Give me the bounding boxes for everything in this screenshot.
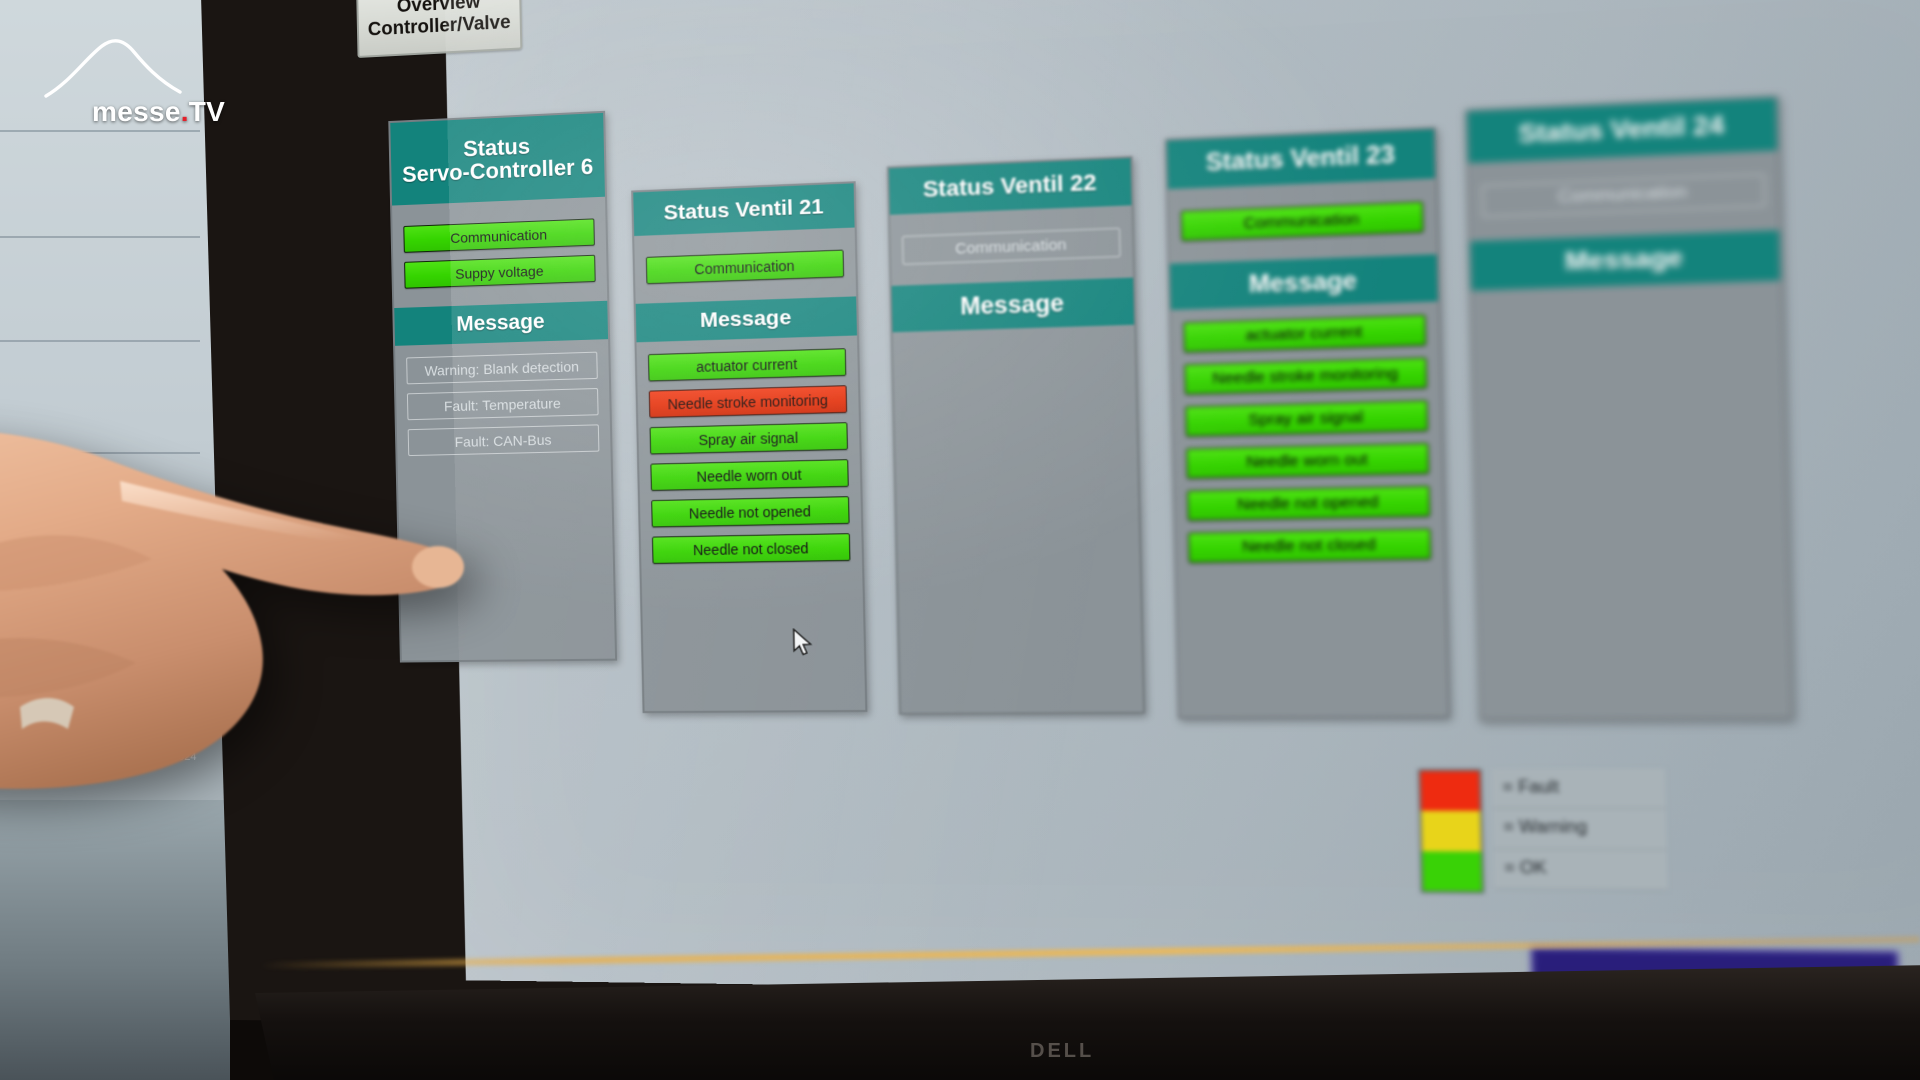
legend-row-warning: = Warning — [1492, 809, 1667, 850]
panel-title-line2: Servo-Controller 6 — [401, 153, 594, 188]
status-legend: = Fault = Warning = OK — [1417, 768, 1668, 894]
message-section-header: Message — [1169, 254, 1438, 310]
pointing-hand — [0, 395, 590, 815]
panel-title-line2: Status Ventil 22 — [922, 169, 1097, 203]
watermark-dot: . — [180, 96, 189, 127]
message-chip[interactable]: Spray air signal — [1185, 400, 1429, 437]
status-panel-ventil-24[interactable]: Status Ventil 24 Communication Message — [1465, 95, 1793, 721]
screenshot-root: 17:48 22.10.2024 Overview Controller/Val… — [0, 0, 1920, 1080]
watermark-name-second: TV — [188, 96, 226, 127]
monitor-brand-logo: DELL — [1030, 1040, 1095, 1062]
panel-title-line2: Status Ventil 21 — [663, 194, 824, 225]
message-chip[interactable]: Needle worn out — [1186, 442, 1430, 479]
message-section-header: Message — [891, 277, 1135, 333]
message-chip[interactable]: Needle not closed — [651, 533, 851, 564]
status-panel-ventil-22[interactable]: Status Ventil 22 Communication Message — [886, 155, 1146, 715]
tab-bar: Overview Controller/Valve Controller 6 C… — [355, 0, 1920, 58]
message-chip[interactable]: Needle not opened — [651, 496, 850, 528]
panel-title-line2: Status Ventil 23 — [1205, 140, 1396, 177]
status-panel-ventil-21[interactable]: Status Ventil 21 Communication Message a… — [631, 181, 868, 714]
tab-overview-controller-valve[interactable]: Overview Controller/Valve — [355, 0, 523, 58]
message-chip[interactable]: Warning: Blank detection — [406, 351, 598, 385]
message-chip[interactable]: actuator current — [1183, 314, 1427, 353]
message-chip[interactable]: Spray air signal — [649, 422, 849, 455]
watermark-messe-tv: messe.TV — [40, 34, 240, 129]
status-chip-supply-voltage[interactable]: Suppy voltage — [404, 254, 596, 289]
message-chip[interactable]: Needle worn out — [650, 459, 849, 491]
message-chip[interactable]: Needle stroke monitoring — [648, 385, 848, 418]
legend-lamp-icon — [1417, 768, 1485, 894]
message-section-header: Message — [1470, 230, 1781, 291]
status-chip-communication[interactable]: Communication — [645, 249, 845, 285]
message-chip[interactable]: actuator current — [647, 348, 847, 382]
status-panel-ventil-23[interactable]: Status Ventil 23 Communication Message a… — [1164, 126, 1450, 719]
message-chip[interactable]: Needle not closed — [1187, 528, 1432, 564]
message-section-header: Message — [394, 300, 609, 346]
legend-row-fault: = Fault — [1491, 768, 1666, 810]
panel-title-line2: Status Ventil 24 — [1518, 110, 1725, 149]
panel-header: Status Servo-Controller 6 — [390, 112, 605, 206]
legend-row-ok: = OK — [1493, 849, 1668, 891]
message-chip[interactable]: Needle stroke monitoring — [1184, 357, 1428, 395]
message-chip[interactable]: Needle not opened — [1187, 485, 1431, 521]
message-section-header: Message — [635, 296, 857, 343]
watermark-name-first: messe — [92, 96, 181, 127]
hmi-screen: Overview Controller/Valve Controller 6 C… — [355, 0, 1920, 1071]
hmi-screen-surface: Overview Controller/Valve Controller 6 C… — [355, 0, 1920, 1071]
